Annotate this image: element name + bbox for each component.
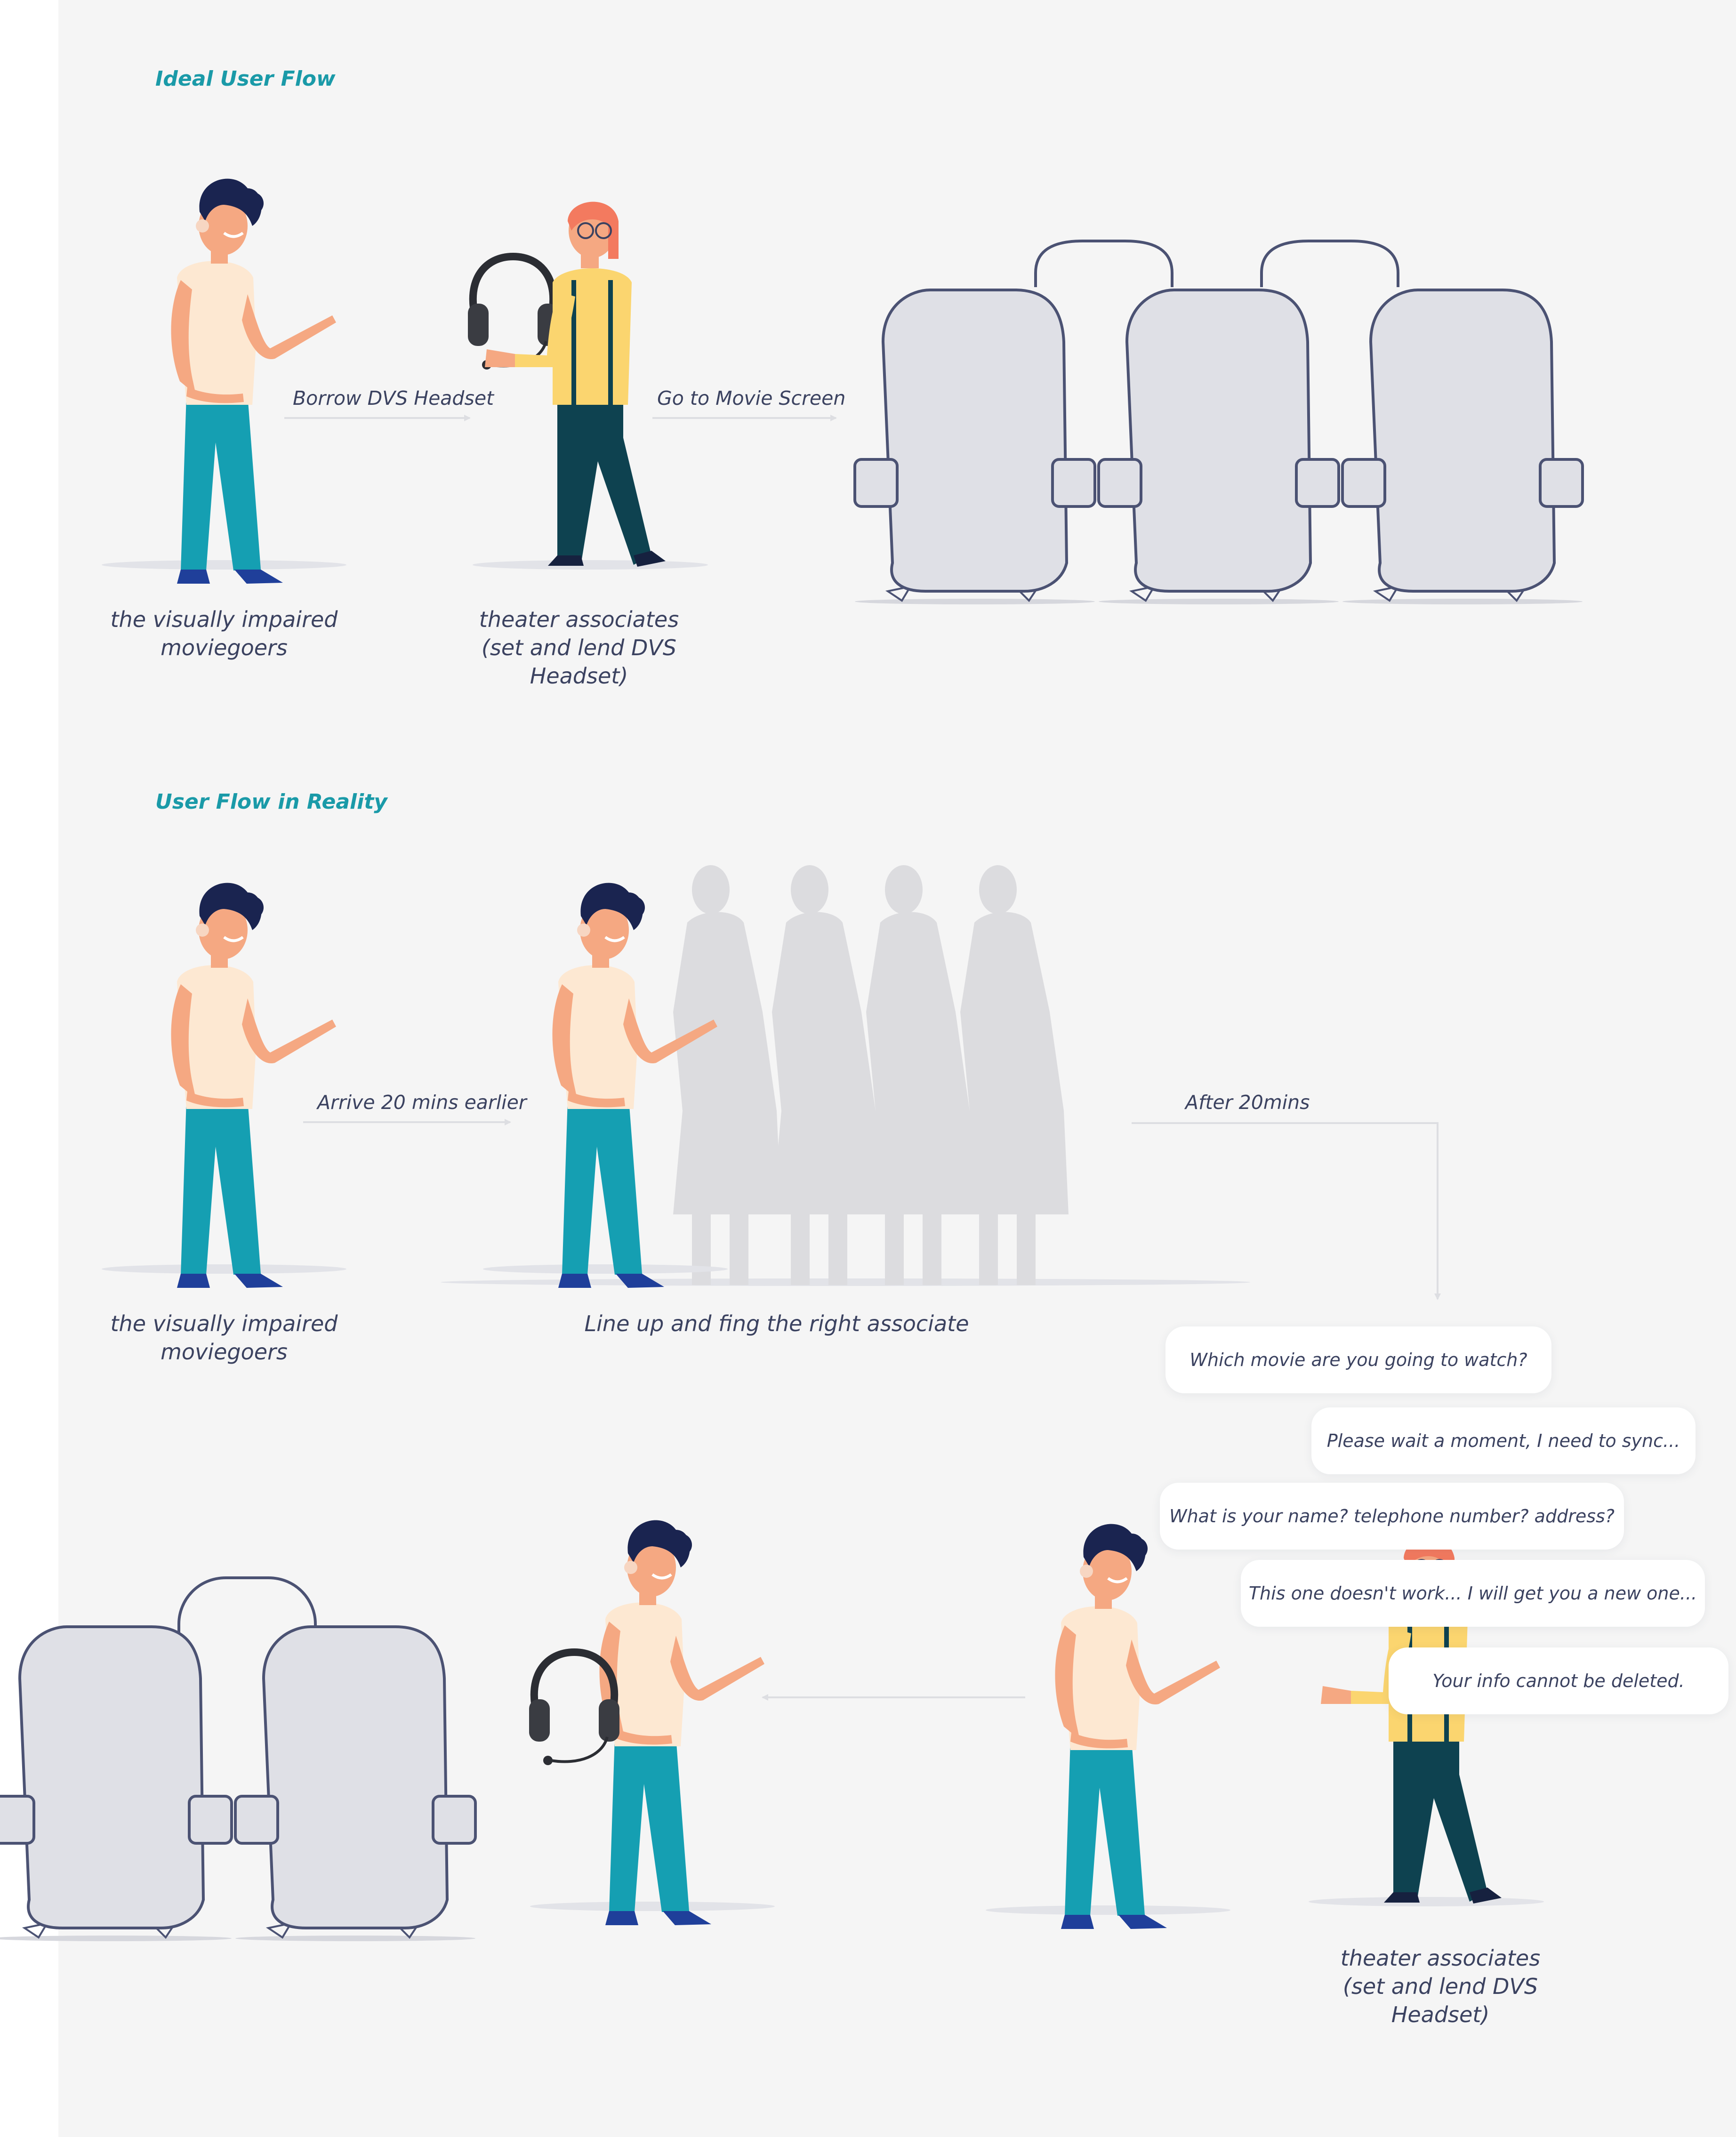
- caption-line: (set and lend DVS Headset): [481, 635, 677, 689]
- caption-line: the visually impaired: [110, 607, 338, 632]
- seat: [855, 290, 1095, 604]
- after-wait-arrow: [1132, 1122, 1441, 1300]
- theater-seats-reality: [0, 1576, 475, 1941]
- caption-associates: theater associates (set and lend DVS Hea…: [1299, 1944, 1582, 2029]
- step-label-borrow: Borrow DVS Headset: [293, 387, 494, 410]
- caption-queue: Line up and fing the right associate: [584, 1311, 969, 1336]
- caption-associates: theater associates (set and lend DVS Hea…: [438, 605, 720, 690]
- caption-line: the visually impaired: [110, 1311, 338, 1336]
- moviegoer-figure: [102, 883, 346, 1288]
- caption-moviegoers: the visually impaired moviegoers: [106, 605, 342, 662]
- caption-line: moviegoers: [161, 635, 288, 660]
- section-title-reality: User Flow in Reality: [155, 790, 387, 814]
- seat: [1099, 290, 1339, 604]
- caption-line: theater associates: [479, 607, 679, 632]
- dialogue-bubble: This one doesn't work... I will get you …: [1241, 1560, 1705, 1627]
- seat: [235, 1627, 475, 1941]
- headset-icon: [468, 257, 558, 370]
- caption-line: moviegoers: [161, 1339, 288, 1365]
- dialogue-bubble: Which movie are you going to watch?: [1165, 1326, 1551, 1393]
- dialogue-bubble: What is your name? telephone number? add…: [1160, 1483, 1624, 1550]
- dialogue-bubble: Please wait a moment, I need to sync...: [1311, 1407, 1696, 1474]
- section-title-ideal: Ideal User Flow: [155, 67, 336, 91]
- step-label-after-wait: After 20mins: [1185, 1091, 1310, 1114]
- caption-line: (set and lend DVS Headset): [1342, 1974, 1538, 2027]
- step-label-go-to-screen: Go to Movie Screen: [657, 387, 846, 410]
- user-flow-diagram: [0, 0, 1736, 2137]
- dialogue-bubble: Your info cannot be deleted.: [1389, 1647, 1728, 1714]
- reality-flow: [0, 865, 1545, 1941]
- caption-line: theater associates: [1340, 1945, 1541, 1971]
- moviegoer-figure: [102, 179, 346, 584]
- seat: [1342, 290, 1583, 604]
- caption-moviegoers: the visually impaired moviegoers: [106, 1310, 342, 1366]
- theater-seats-ideal: [855, 240, 1583, 604]
- frustrated-moviegoer: [986, 1524, 1230, 1929]
- step-label-arrive: Arrive 20 mins earlier: [317, 1091, 527, 1114]
- headset-icon: [529, 1652, 619, 1765]
- queue-silhouettes: [673, 865, 1069, 1285]
- moviegoer-with-headset: [530, 1520, 775, 1925]
- seat: [0, 1627, 232, 1941]
